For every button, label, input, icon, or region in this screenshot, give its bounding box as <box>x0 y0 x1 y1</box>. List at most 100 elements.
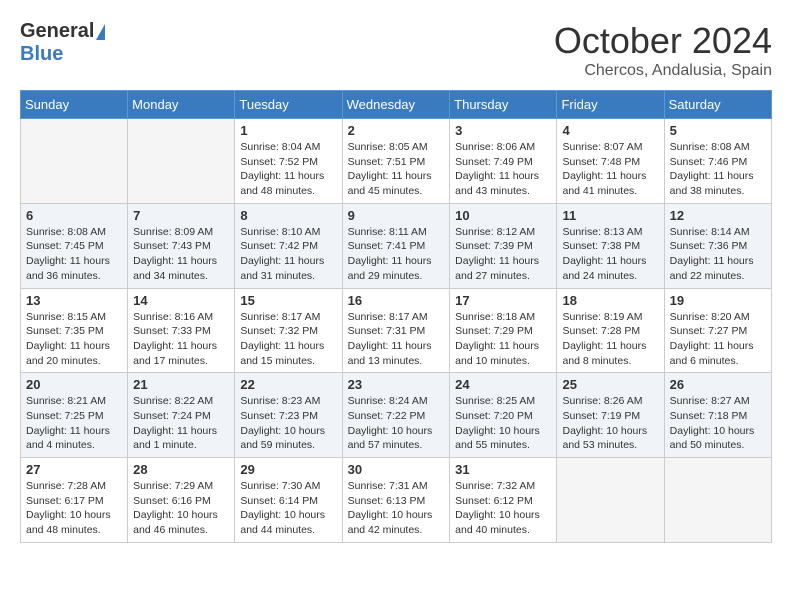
day-number: 31 <box>455 462 551 477</box>
day-info: Sunrise: 8:17 AM Sunset: 7:32 PM Dayligh… <box>240 310 336 369</box>
day-number: 22 <box>240 377 336 392</box>
table-row: 6 Sunrise: 8:08 AM Sunset: 7:45 PM Daylig… <box>21 203 128 288</box>
table-row: 12 Sunrise: 8:14 AM Sunset: 7:36 PM Dayli… <box>664 203 771 288</box>
calendar-header-row: Sunday Monday Tuesday Wednesday Thursday… <box>21 91 772 119</box>
day-info: Sunrise: 8:12 AM Sunset: 7:39 PM Dayligh… <box>455 225 551 284</box>
header-thursday: Thursday <box>450 91 557 119</box>
day-number: 6 <box>26 208 122 223</box>
day-info: Sunrise: 8:21 AM Sunset: 7:25 PM Dayligh… <box>26 394 122 453</box>
day-number: 14 <box>133 293 229 308</box>
table-row: 16 Sunrise: 8:17 AM Sunset: 7:31 PM Dayli… <box>342 288 450 373</box>
table-row: 23 Sunrise: 8:24 AM Sunset: 7:22 PM Dayli… <box>342 373 450 458</box>
table-row: 18 Sunrise: 8:19 AM Sunset: 7:28 PM Dayli… <box>557 288 664 373</box>
day-info: Sunrise: 7:29 AM Sunset: 6:16 PM Dayligh… <box>133 479 229 538</box>
day-number: 29 <box>240 462 336 477</box>
day-info: Sunrise: 8:18 AM Sunset: 7:29 PM Dayligh… <box>455 310 551 369</box>
day-info: Sunrise: 8:04 AM Sunset: 7:52 PM Dayligh… <box>240 140 336 199</box>
header-monday: Monday <box>128 91 235 119</box>
day-info: Sunrise: 8:23 AM Sunset: 7:23 PM Dayligh… <box>240 394 336 453</box>
logo: General Blue <box>20 20 105 66</box>
title-block: October 2024 Chercos, Andalusia, Spain <box>554 20 772 80</box>
header-tuesday: Tuesday <box>235 91 342 119</box>
calendar-row: 13 Sunrise: 8:15 AM Sunset: 7:35 PM Dayli… <box>21 288 772 373</box>
day-info: Sunrise: 8:25 AM Sunset: 7:20 PM Dayligh… <box>455 394 551 453</box>
day-number: 27 <box>26 462 122 477</box>
table-row: 17Sunrise: 8:18 AM Sunset: 7:29 PM Dayli… <box>450 288 557 373</box>
table-row: 27 Sunrise: 7:28 AM Sunset: 6:17 PM Dayli… <box>21 458 128 543</box>
day-info: Sunrise: 8:08 AM Sunset: 7:45 PM Dayligh… <box>26 225 122 284</box>
day-number: 23 <box>348 377 445 392</box>
header-wednesday: Wednesday <box>342 91 450 119</box>
day-number: 5 <box>670 123 766 138</box>
table-row <box>128 119 235 204</box>
table-row: 24Sunrise: 8:25 AM Sunset: 7:20 PM Dayli… <box>450 373 557 458</box>
month-title: October 2024 <box>554 20 772 62</box>
day-number: 28 <box>133 462 229 477</box>
table-row: 14 Sunrise: 8:16 AM Sunset: 7:33 PM Dayli… <box>128 288 235 373</box>
day-info: Sunrise: 7:31 AM Sunset: 6:13 PM Dayligh… <box>348 479 445 538</box>
day-info: Sunrise: 8:06 AM Sunset: 7:49 PM Dayligh… <box>455 140 551 199</box>
page-header: General Blue October 2024 Chercos, Andal… <box>20 20 772 80</box>
table-row: 1 Sunrise: 8:04 AM Sunset: 7:52 PM Daylig… <box>235 119 342 204</box>
table-row: 22 Sunrise: 8:23 AM Sunset: 7:23 PM Dayli… <box>235 373 342 458</box>
table-row <box>557 458 664 543</box>
day-info: Sunrise: 8:27 AM Sunset: 7:18 PM Dayligh… <box>670 394 766 453</box>
day-info: Sunrise: 8:15 AM Sunset: 7:35 PM Dayligh… <box>26 310 122 369</box>
day-info: Sunrise: 8:17 AM Sunset: 7:31 PM Dayligh… <box>348 310 445 369</box>
calendar-row: 6 Sunrise: 8:08 AM Sunset: 7:45 PM Daylig… <box>21 203 772 288</box>
table-row: 28 Sunrise: 7:29 AM Sunset: 6:16 PM Dayli… <box>128 458 235 543</box>
day-info: Sunrise: 8:19 AM Sunset: 7:28 PM Dayligh… <box>562 310 658 369</box>
header-sunday: Sunday <box>21 91 128 119</box>
table-row: 30 Sunrise: 7:31 AM Sunset: 6:13 PM Dayli… <box>342 458 450 543</box>
day-number: 20 <box>26 377 122 392</box>
table-row: 11 Sunrise: 8:13 AM Sunset: 7:38 PM Dayli… <box>557 203 664 288</box>
day-number: 4 <box>562 123 658 138</box>
header-saturday: Saturday <box>664 91 771 119</box>
calendar-row: 20 Sunrise: 8:21 AM Sunset: 7:25 PM Dayli… <box>21 373 772 458</box>
table-row: 29Sunrise: 7:30 AM Sunset: 6:14 PM Dayli… <box>235 458 342 543</box>
day-info: Sunrise: 8:22 AM Sunset: 7:24 PM Dayligh… <box>133 394 229 453</box>
table-row: 2Sunrise: 8:05 AM Sunset: 7:51 PM Daylig… <box>342 119 450 204</box>
day-number: 10 <box>455 208 551 223</box>
day-info: Sunrise: 8:24 AM Sunset: 7:22 PM Dayligh… <box>348 394 445 453</box>
day-info: Sunrise: 8:26 AM Sunset: 7:19 PM Dayligh… <box>562 394 658 453</box>
day-info: Sunrise: 8:16 AM Sunset: 7:33 PM Dayligh… <box>133 310 229 369</box>
header-friday: Friday <box>557 91 664 119</box>
day-number: 19 <box>670 293 766 308</box>
day-info: Sunrise: 8:08 AM Sunset: 7:46 PM Dayligh… <box>670 140 766 199</box>
day-number: 7 <box>133 208 229 223</box>
table-row: 25 Sunrise: 8:26 AM Sunset: 7:19 PM Dayli… <box>557 373 664 458</box>
day-number: 26 <box>670 377 766 392</box>
day-number: 16 <box>348 293 445 308</box>
table-row: 4Sunrise: 8:07 AM Sunset: 7:48 PM Daylig… <box>557 119 664 204</box>
day-number: 13 <box>26 293 122 308</box>
day-number: 12 <box>670 208 766 223</box>
location: Chercos, Andalusia, Spain <box>554 62 772 80</box>
day-info: Sunrise: 8:09 AM Sunset: 7:43 PM Dayligh… <box>133 225 229 284</box>
table-row: 7 Sunrise: 8:09 AM Sunset: 7:43 PM Daylig… <box>128 203 235 288</box>
day-number: 18 <box>562 293 658 308</box>
table-row: 9Sunrise: 8:11 AM Sunset: 7:41 PM Daylig… <box>342 203 450 288</box>
day-number: 25 <box>562 377 658 392</box>
day-info: Sunrise: 8:20 AM Sunset: 7:27 PM Dayligh… <box>670 310 766 369</box>
day-info: Sunrise: 8:13 AM Sunset: 7:38 PM Dayligh… <box>562 225 658 284</box>
table-row <box>21 119 128 204</box>
day-info: Sunrise: 8:14 AM Sunset: 7:36 PM Dayligh… <box>670 225 766 284</box>
table-row: 26 Sunrise: 8:27 AM Sunset: 7:18 PM Dayli… <box>664 373 771 458</box>
table-row: 5 Sunrise: 8:08 AM Sunset: 7:46 PM Daylig… <box>664 119 771 204</box>
table-row: 13 Sunrise: 8:15 AM Sunset: 7:35 PM Dayli… <box>21 288 128 373</box>
table-row: 10 Sunrise: 8:12 AM Sunset: 7:39 PM Dayli… <box>450 203 557 288</box>
day-number: 11 <box>562 208 658 223</box>
table-row: 21 Sunrise: 8:22 AM Sunset: 7:24 PM Dayli… <box>128 373 235 458</box>
day-number: 1 <box>240 123 336 138</box>
day-number: 9 <box>348 208 445 223</box>
day-info: Sunrise: 8:10 AM Sunset: 7:42 PM Dayligh… <box>240 225 336 284</box>
table-row: 15Sunrise: 8:17 AM Sunset: 7:32 PM Dayli… <box>235 288 342 373</box>
day-number: 21 <box>133 377 229 392</box>
calendar: Sunday Monday Tuesday Wednesday Thursday… <box>20 90 772 543</box>
table-row <box>664 458 771 543</box>
calendar-row: 27 Sunrise: 7:28 AM Sunset: 6:17 PM Dayli… <box>21 458 772 543</box>
day-info: Sunrise: 7:28 AM Sunset: 6:17 PM Dayligh… <box>26 479 122 538</box>
day-number: 30 <box>348 462 445 477</box>
table-row: 19 Sunrise: 8:20 AM Sunset: 7:27 PM Dayli… <box>664 288 771 373</box>
